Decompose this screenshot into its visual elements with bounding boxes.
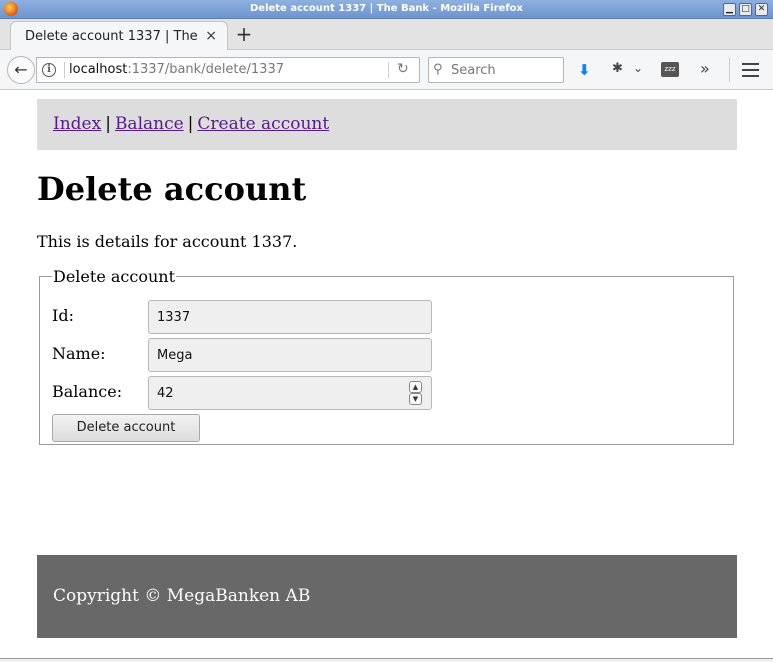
balance-stepper[interactable]: ▲ ▼ — [409, 381, 422, 405]
tab-title: Delete account 1337 | The Bank — [25, 29, 197, 44]
chevron-down-icon[interactable]: ▼ — [409, 393, 422, 405]
id-label: Id: — [52, 306, 74, 325]
name-field[interactable]: Mega — [148, 338, 432, 372]
close-tab-icon[interactable]: × — [205, 28, 217, 44]
toolbar-divider — [729, 58, 730, 82]
download-icon[interactable]: ⬇ — [578, 61, 591, 79]
site-footer: Copyright © MegaBanken AB — [37, 555, 737, 638]
info-icon[interactable]: i — [42, 63, 56, 77]
zzz-icon[interactable]: zzz — [661, 62, 679, 77]
window-titlebar: Delete account 1337 | The Bank - Mozilla… — [0, 0, 773, 19]
url-bar[interactable]: i localhost:1337/bank/delete/1337 ↻ — [36, 57, 420, 83]
nav-link-index[interactable]: Index — [53, 114, 101, 134]
footer-copyright: Copyright © MegaBanken AB — [53, 586, 311, 606]
search-box[interactable]: ⚲ — [428, 57, 564, 83]
form-legend: Delete account — [53, 267, 175, 286]
tab-strip: Delete account 1337 | The Bank × + — [0, 19, 773, 51]
balance-field[interactable]: 42 ▲ ▼ — [148, 376, 432, 410]
overflow-icon[interactable]: » — [700, 59, 710, 78]
url-text[interactable]: localhost:1337/bank/delete/1337 — [69, 62, 284, 77]
window-title: Delete account 1337 | The Bank - Mozilla… — [249, 3, 523, 14]
new-tab-button[interactable]: + — [234, 24, 254, 45]
search-input[interactable] — [451, 61, 559, 79]
arrow-left-icon: ← — [14, 60, 28, 79]
nav-link-create-account[interactable]: Create account — [197, 114, 329, 134]
nav-separator: | — [187, 114, 194, 134]
id-value: 1337 — [157, 310, 191, 325]
name-value: Mega — [157, 348, 193, 363]
maximize-button[interactable]: □ — [739, 3, 752, 16]
extension-icon[interactable]: ✱ — [612, 61, 623, 76]
nav-separator: | — [105, 114, 111, 134]
id-field[interactable]: 1337 — [148, 300, 432, 334]
search-icon: ⚲ — [433, 62, 443, 77]
back-button[interactable]: ← — [7, 56, 35, 84]
name-label: Name: — [52, 344, 106, 363]
intro-text: This is details for account 1337. — [37, 232, 298, 251]
window-bottom-border — [0, 658, 773, 662]
menu-icon[interactable] — [742, 63, 759, 81]
url-host: localhost — [69, 62, 128, 77]
delete-account-form: Delete account Id: 1337 Name: Mega Balan… — [39, 267, 734, 445]
page-content: Index | Balance | Create account Delete acco… — [0, 91, 773, 658]
delete-account-button[interactable]: Delete account — [52, 414, 200, 442]
reload-icon[interactable]: ↻ — [397, 61, 409, 77]
minimize-button[interactable]: ▁ — [723, 3, 736, 16]
chevron-up-icon[interactable]: ▲ — [409, 381, 422, 393]
url-divider — [64, 62, 65, 78]
page-title: Delete account — [37, 170, 307, 208]
balance-value: 42 — [157, 386, 174, 401]
url-path: :1337/bank/delete/1337 — [127, 62, 284, 77]
site-nav: Index | Balance | Create account — [37, 99, 737, 150]
navigation-toolbar: ← i localhost:1337/bank/delete/1337 ↻ ⚲ … — [0, 50, 773, 90]
chevron-down-icon[interactable]: ⌄ — [633, 61, 643, 75]
close-window-button[interactable]: ✕ — [755, 3, 768, 16]
balance-label: Balance: — [52, 382, 123, 401]
nav-link-balance[interactable]: Balance — [115, 114, 184, 134]
browser-tab[interactable]: Delete account 1337 | The Bank × — [10, 21, 228, 51]
url-divider-2 — [388, 62, 389, 78]
